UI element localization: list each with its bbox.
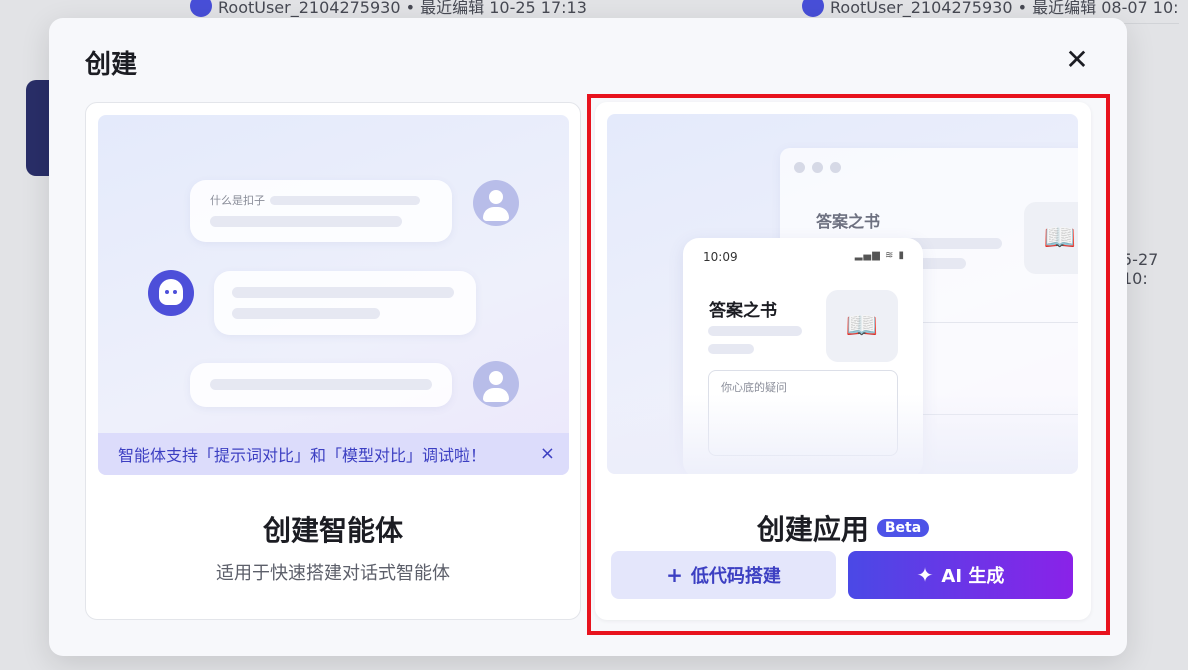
phone-time: 10:09 [703, 250, 738, 264]
low-code-build-button[interactable]: + 低代码搭建 [611, 551, 836, 599]
user-avatar-icon [473, 361, 519, 407]
app-card-title: 创建应用 [756, 513, 869, 546]
sparkle-icon: ✦ [916, 563, 934, 587]
app-preview-illustration: 答案之书 📖 10:09 ▂▄▆ ≋ ▮ 答案之书 📖 你心底的疑问 [607, 114, 1078, 474]
phone-status-icons: ▂▄▆ ≋ ▮ [854, 250, 905, 261]
user-avatar-icon [473, 180, 519, 226]
phone-input-placeholder: 你心底的疑问 [721, 381, 787, 394]
modal-title: 创建 [85, 50, 138, 80]
feature-tip-text: 智能体支持「提示词对比」和「模型对比」调试啦！ [118, 446, 487, 465]
book-icon: 📖 [1024, 202, 1078, 274]
create-app-card[interactable]: 答案之书 📖 10:09 ▂▄▆ ≋ ▮ 答案之书 📖 你心底的疑问 创建应用 … [595, 102, 1091, 620]
create-modal: 创建 ✕ 什么是扣子 智能体支持「提示词对比」和「模型对比」调试啦！ × 创建智… [49, 18, 1127, 656]
feature-tip-banner: 智能体支持「提示词对比」和「模型对比」调试啦！ × [98, 433, 569, 475]
chat-bubble [190, 363, 452, 407]
phone-title: 答案之书 [709, 301, 777, 321]
low-code-build-label: 低代码搭建 [690, 566, 781, 587]
ai-generate-label: AI 生成 [941, 566, 1005, 587]
beta-badge: Beta [876, 519, 930, 537]
tip-close-icon[interactable]: × [540, 443, 555, 464]
chat-question: 什么是扣子 [210, 194, 265, 207]
plus-icon: + [666, 563, 683, 587]
chat-bubble: 什么是扣子 [190, 180, 452, 242]
agent-card-subtitle: 适用于快速搭建对话式智能体 [216, 563, 450, 584]
close-icon[interactable]: ✕ [1063, 46, 1091, 74]
book-icon: 📖 [826, 290, 898, 362]
create-agent-card[interactable]: 什么是扣子 智能体支持「提示词对比」和「模型对比」调试啦！ × 创建智能体 适用… [85, 102, 581, 620]
chat-bubble [214, 271, 476, 335]
ai-generate-button[interactable]: ✦ AI 生成 [848, 551, 1073, 599]
bot-avatar-icon [148, 270, 194, 316]
window-title: 答案之书 [816, 212, 881, 231]
agent-card-title: 创建智能体 [262, 514, 403, 547]
app-card-title-row: 创建应用 Beta [595, 508, 1091, 548]
agent-preview-illustration: 什么是扣子 智能体支持「提示词对比」和「模型对比」调试啦！ × [98, 115, 569, 475]
